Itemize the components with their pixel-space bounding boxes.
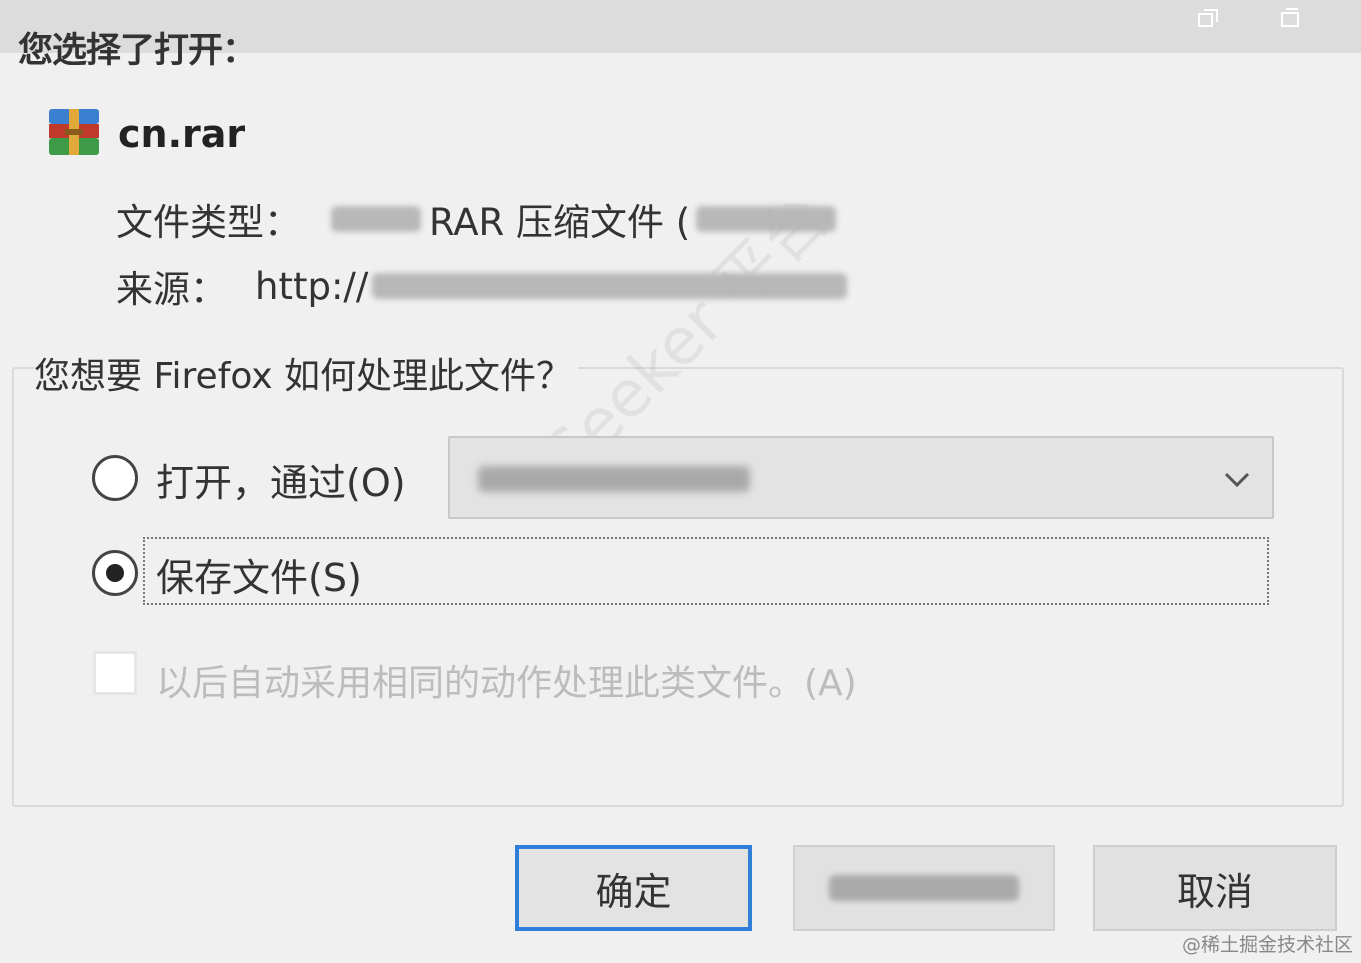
remember-choice-label[interactable]: 以后自动采用相同的动作处理此类文件。(A) [156,654,857,706]
credit-text: @稀土掘金技术社区 [1181,934,1353,956]
restore-icon[interactable] [1196,6,1220,30]
maximize-icon[interactable] [1278,6,1302,30]
rar-archive-icon [47,105,101,159]
save-file-radio[interactable] [92,550,138,596]
redacted-block [478,466,750,492]
radio-selected-dot [106,564,124,582]
redacted-button[interactable] [793,845,1055,931]
file-source-label: 来源： [116,268,227,311]
open-with-select[interactable] [448,436,1274,519]
save-file-label[interactable]: 保存文件(S) [156,547,362,602]
chevron-down-icon[interactable] [1220,462,1254,496]
cancel-button[interactable]: 取消 [1093,845,1337,931]
redacted-block [829,875,1019,901]
file-type-label: 文件类型： [116,201,301,244]
remember-choice-checkbox[interactable] [93,651,137,695]
file-name: cn.rar [118,112,246,156]
redacted-block [331,206,421,232]
ok-button[interactable]: 确定 [515,845,752,931]
dialog-title: 您选择了打开： [18,31,257,71]
open-with-radio[interactable] [92,455,138,501]
file-source-value: http:// [255,264,369,308]
file-type-value: RAR 压缩文件 ( [429,201,691,244]
open-with-label[interactable]: 打开，通过(O) [156,452,406,507]
action-group-legend: 您想要 Firefox 如何处理此文件？ [34,347,579,399]
